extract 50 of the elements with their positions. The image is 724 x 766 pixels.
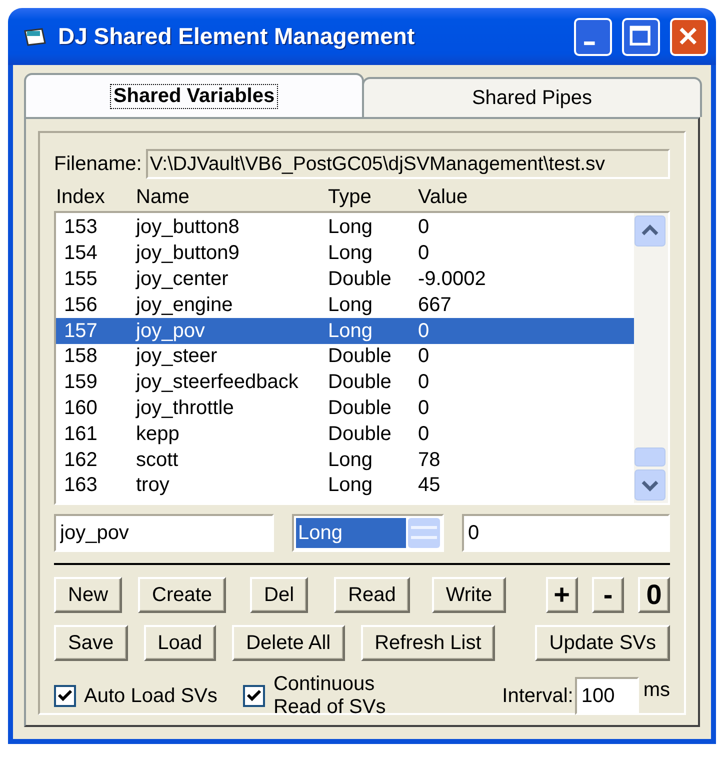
list-row[interactable]: 163 troy Long 45 [56,472,634,499]
tab[interactable]: Shared Variables [24,73,364,117]
tab[interactable]: Shared Pipes [362,77,702,117]
list-row[interactable]: 160 joy_throttle Double 0 [56,396,634,422]
action-button[interactable]: Save [54,625,128,661]
column-header: Type [328,186,372,208]
step-button[interactable]: - [592,577,624,613]
value-field[interactable]: 0 [462,514,670,552]
interval-field[interactable]: 100 [575,677,640,715]
list-row[interactable]: 158 joy_steer Double 0 [56,344,634,370]
scroll-down-icon[interactable] [634,469,666,501]
window-icon [22,26,48,48]
scroll-thumb[interactable] [634,447,666,467]
list-row[interactable]: 156 joy_engine Long 667 [56,292,634,318]
action-button[interactable]: Create [138,577,226,613]
list-row[interactable]: 159 joy_steerfeedback Double 0 [56,370,634,396]
action-button[interactable]: Delete All [232,625,345,661]
list-row[interactable]: 161 kepp Double 0 [56,421,634,448]
list-row[interactable]: 162 scott Long 78 [56,447,634,473]
minimize-icon[interactable] [574,18,612,56]
list-row[interactable]: 154 joy_button9 Long 0 [56,240,634,267]
unit-label: ms [643,679,670,702]
checkbox[interactable] [243,685,266,707]
checkbox-label: Auto Load SVs [84,684,218,708]
column-header: Index [56,186,106,208]
checkbox-label: Continuous Read of SVs [273,673,387,719]
list-row[interactable]: 153 joy_button8 Long 0 [56,215,634,241]
checkbox[interactable] [54,685,76,707]
filename-field: V:\DJVault\VB6_PostGC05\djSVManagement\test.sv [146,149,670,179]
close-icon[interactable] [670,18,708,56]
variable-list[interactable] [54,211,670,505]
action-button[interactable]: New [54,577,122,613]
maximize-icon[interactable] [622,18,660,56]
action-button[interactable]: Refresh List [360,625,496,661]
column-header: Value [418,186,469,208]
window-title: DJ Shared Element Management [58,23,416,50]
filename-label: Filename: [54,152,142,176]
action-button[interactable]: Update SVs [535,625,670,661]
step-button[interactable]: + [546,577,578,613]
column-header: Name [136,186,190,208]
action-button[interactable]: Load [144,625,216,661]
step-button[interactable]: 0 [638,577,670,613]
action-button[interactable]: Write [432,577,506,613]
interval-label: Interval: [502,684,574,708]
type-dropdown[interactable]: Long [292,514,444,552]
scroll-up-icon[interactable] [634,215,666,247]
action-button[interactable]: Del [250,577,308,613]
list-row[interactable]: 157 joy_pov Long 0 [56,318,634,344]
action-button[interactable]: Read [334,577,410,613]
list-row[interactable]: 155 joy_center Double -9.0002 [56,266,634,292]
